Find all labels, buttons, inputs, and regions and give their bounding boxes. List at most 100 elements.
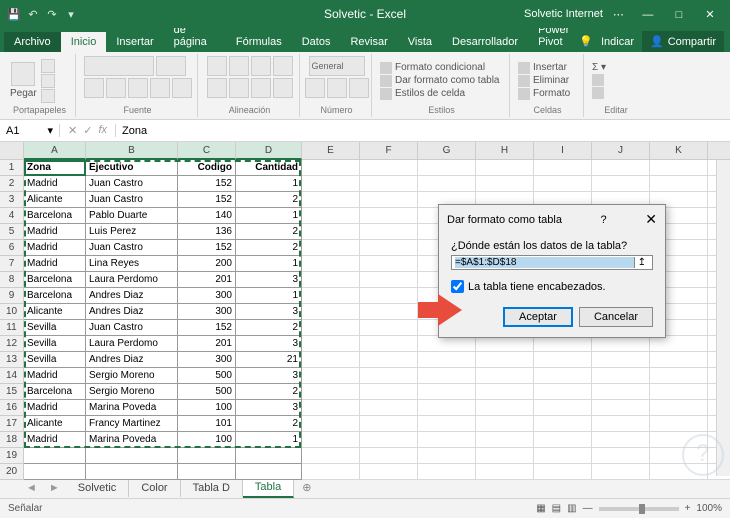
row-header[interactable]: 7 [0,256,24,272]
sheet-tab[interactable]: Color [129,479,180,497]
cell[interactable] [418,368,476,384]
cell[interactable] [534,416,592,432]
cell[interactable]: 136 [178,224,236,240]
format-painter-icon[interactable] [41,89,55,103]
cell[interactable]: 300 [178,288,236,304]
cell[interactable] [592,448,650,464]
cell[interactable]: Sevilla [24,320,86,336]
cell[interactable]: Ejecutivo [86,160,178,176]
col-header[interactable]: F [360,142,418,160]
close-button[interactable]: ✕ [696,8,724,21]
fill-button[interactable] [592,74,606,86]
cell[interactable] [476,432,534,448]
minimize-button[interactable]: — [634,9,662,21]
cell[interactable] [302,208,360,224]
cell[interactable] [302,320,360,336]
cell[interactable]: 2 [236,416,302,432]
cell[interactable]: 101 [178,416,236,432]
merge-button[interactable] [273,78,293,98]
cell[interactable] [360,240,418,256]
cell[interactable]: Andres Diaz [86,288,178,304]
cell[interactable]: 140 [178,208,236,224]
cell[interactable]: Laura Perdomo [86,272,178,288]
cell[interactable] [360,272,418,288]
cell[interactable] [476,416,534,432]
cell[interactable] [360,320,418,336]
cell[interactable] [592,432,650,448]
cell[interactable]: Francy Martinez [86,416,178,432]
cell[interactable] [534,352,592,368]
cell[interactable] [476,384,534,400]
col-header[interactable]: L [708,142,730,160]
cell[interactable]: Juan Castro [86,176,178,192]
cell[interactable] [592,176,650,192]
zoom-out-button[interactable]: — [583,503,593,514]
row-header[interactable]: 10 [0,304,24,320]
cell[interactable]: 2 [236,240,302,256]
tab-insertar[interactable]: Insertar [106,32,163,52]
insert-cells-button[interactable]: Insertar [518,62,570,74]
tellme-label[interactable]: Indicar [601,36,634,48]
cell[interactable] [418,400,476,416]
range-picker-icon[interactable]: ↥ [634,257,649,268]
maximize-button[interactable]: □ [665,9,693,21]
add-sheet-button[interactable]: ⊕ [294,481,319,494]
cell[interactable] [534,336,592,352]
cell[interactable] [592,368,650,384]
cell[interactable]: Sevilla [24,336,86,352]
align-left[interactable] [207,78,227,98]
cell[interactable]: 2 [236,224,302,240]
cell[interactable] [592,416,650,432]
cell[interactable]: 300 [178,352,236,368]
cell[interactable] [360,192,418,208]
cell[interactable] [302,464,360,480]
cell[interactable] [418,336,476,352]
currency-button[interactable] [305,78,325,98]
col-header[interactable]: G [418,142,476,160]
wrap-text[interactable] [273,56,293,76]
cell[interactable] [476,400,534,416]
select-all-corner[interactable] [0,142,24,160]
cell[interactable]: 152 [178,320,236,336]
cell[interactable] [476,464,534,480]
cell[interactable] [360,400,418,416]
share-button[interactable]: 👤 Compartir [642,31,724,52]
cell[interactable] [360,176,418,192]
cell-styles-button[interactable]: Estilos de celda [380,88,500,100]
cell[interactable]: 152 [178,176,236,192]
font-size[interactable] [156,56,186,76]
cell[interactable]: 1 [236,256,302,272]
bold-button[interactable] [84,78,104,98]
tab-desarrollador[interactable]: Desarrollador [442,32,528,52]
cell[interactable]: Lina Reyes [86,256,178,272]
cancel-formula-icon[interactable]: ✕ [68,124,77,137]
sheet-tab[interactable]: Tabla D [181,479,243,497]
cell[interactable] [360,432,418,448]
conditional-format-button[interactable]: Formato condicional [380,62,500,74]
cell[interactable] [302,176,360,192]
zoom-in-button[interactable]: + [685,503,691,514]
cancel-button[interactable]: Cancelar [579,307,653,327]
cell[interactable]: 152 [178,192,236,208]
cell[interactable]: 3 [236,304,302,320]
cell[interactable]: 100 [178,432,236,448]
sheet-tab[interactable]: Tabla [243,478,294,498]
col-header[interactable]: J [592,142,650,160]
delete-cells-button[interactable]: Eliminar [518,75,570,87]
font-select[interactable] [84,56,154,76]
cell[interactable] [592,400,650,416]
percent-button[interactable] [327,78,347,98]
cell[interactable]: Barcelona [24,288,86,304]
cell[interactable]: 3 [236,272,302,288]
cell[interactable]: Andres Diaz [86,304,178,320]
cell[interactable] [302,400,360,416]
number-format[interactable]: General [309,56,365,76]
cell[interactable]: 21 [236,352,302,368]
cell[interactable] [302,224,360,240]
col-header[interactable]: C [178,142,236,160]
cell[interactable] [360,160,418,176]
cell[interactable] [418,448,476,464]
row-header[interactable]: 1 [0,160,24,176]
fx-icon[interactable]: fx [98,124,107,137]
cell[interactable] [360,416,418,432]
